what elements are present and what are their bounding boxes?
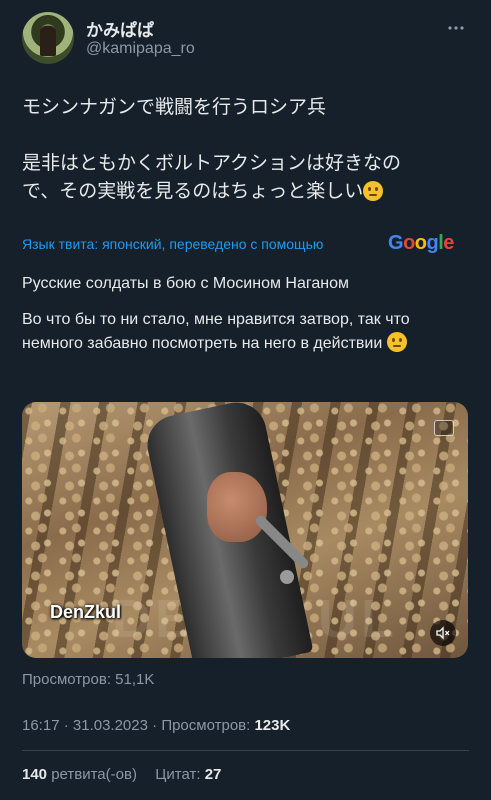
translated-paragraph: Русские солдаты в бою с Мосином Наганом bbox=[22, 275, 349, 292]
translated-text: Русские солдаты в бою с Мосином Наганом … bbox=[22, 272, 472, 368]
avatar[interactable] bbox=[22, 12, 74, 64]
captions-icon[interactable] bbox=[434, 420, 454, 436]
tweet-line: で、その実戦を見るのはちょっと楽しい bbox=[22, 181, 364, 202]
video-watermark: DenZkul bbox=[50, 602, 122, 622]
translation-label: Язык твита: японский, переведено с помощ… bbox=[22, 236, 324, 252]
volume-muted-icon bbox=[436, 626, 450, 640]
video-view-count: Просмотров: 51,1K bbox=[22, 671, 155, 688]
tweet-text: モシンナガンで戦闘を行うロシア兵 是非はともかくボルトアクションは好きなの で、… bbox=[22, 94, 472, 206]
mute-button[interactable] bbox=[430, 620, 456, 646]
video-player[interactable]: DENZKUL DenZkul bbox=[22, 402, 468, 658]
divider bbox=[22, 750, 469, 751]
display-name[interactable]: かみぱぱ bbox=[86, 16, 154, 41]
user-handle[interactable]: @kamipapa_ro bbox=[86, 40, 195, 58]
bolt-knob-graphic bbox=[280, 570, 294, 584]
thinking-face-emoji bbox=[386, 332, 407, 352]
google-logo: Google bbox=[388, 232, 454, 254]
quote-label[interactable]: Цитат: bbox=[155, 766, 200, 783]
tweet-line: 是非はともかくボルトアクションは好きなの bbox=[22, 153, 402, 174]
thinking-face-emoji bbox=[363, 181, 384, 201]
views-label: Просмотров: bbox=[161, 717, 251, 734]
tweet-meta: 16:17 · 31.03.2023 · Просмотров: 123K bbox=[22, 717, 291, 734]
tweet-header: かみぱぱ @kamipapa_ro bbox=[22, 12, 472, 68]
translation-notice[interactable]: Язык твита: японский, переведено с помощ… bbox=[22, 232, 472, 256]
tweet-time[interactable]: 16:17 bbox=[22, 717, 60, 734]
tweet-stats: 140 ретвита(-ов) Цитат: 27 bbox=[22, 766, 221, 783]
tweet-date[interactable]: 31.03.2023 bbox=[73, 717, 148, 734]
translated-paragraph: Во что бы то ни стало, мне нравится затв… bbox=[22, 311, 410, 352]
quote-count[interactable]: 27 bbox=[205, 766, 222, 783]
more-horizontal-icon[interactable] bbox=[446, 18, 466, 38]
retweet-label[interactable]: ретвита(-ов) bbox=[51, 766, 137, 783]
hand-graphic bbox=[207, 472, 267, 542]
retweet-count[interactable]: 140 bbox=[22, 766, 47, 783]
tweet-line: モシンナガンで戦闘を行うロシア兵 bbox=[22, 97, 327, 118]
views-count[interactable]: 123K bbox=[254, 717, 290, 734]
